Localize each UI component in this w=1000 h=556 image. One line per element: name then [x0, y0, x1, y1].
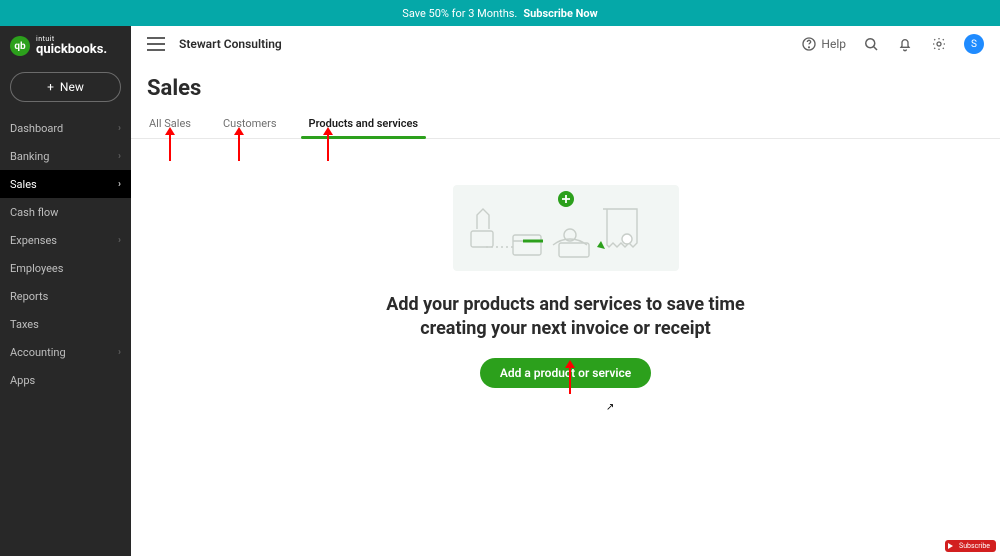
sidebar-item-dashboard[interactable]: Dashboard › [0, 114, 131, 142]
logo-text: intuit quickbooks. [36, 36, 107, 56]
sidebar-item-label: Taxes [10, 318, 39, 331]
sidebar-item-expenses[interactable]: Expenses › [0, 226, 131, 254]
tab-all-sales[interactable]: All Sales [147, 109, 193, 138]
promo-cta[interactable]: Subscribe Now [523, 7, 597, 20]
sidebar-item-label: Accounting [10, 346, 66, 359]
products-illustration [453, 185, 679, 271]
empty-state: Add your products and services to save t… [131, 139, 1000, 556]
chevron-right-icon: › [118, 123, 121, 134]
empty-heading: Add your products and services to save t… [386, 293, 744, 342]
promo-text: Save 50% for 3 Months. [402, 7, 517, 20]
avatar[interactable]: S [964, 34, 984, 54]
tabs: All Sales Customers Products and services [131, 105, 1000, 139]
sidebar-item-label: Dashboard [10, 122, 63, 135]
sidebar-item-cash-flow[interactable]: Cash flow [0, 198, 131, 226]
page-title: Sales [131, 62, 1000, 105]
plus-icon: + [47, 80, 54, 94]
subscribe-badge[interactable]: Subscribe [945, 540, 996, 552]
chevron-right-icon: › [118, 151, 121, 162]
help-button[interactable]: Help [801, 36, 846, 52]
sidebar-nav: Dashboard › Banking › Sales › Cash flow Expense… [0, 114, 131, 394]
chevron-right-icon: › [118, 179, 121, 190]
search-icon [862, 35, 880, 53]
chevron-right-icon: › [118, 347, 121, 358]
sidebar-item-employees[interactable]: Employees [0, 254, 131, 282]
sidebar: qb intuit quickbooks. + New Dashboard›Ba… [0, 26, 131, 556]
logo-badge-icon: qb [10, 36, 30, 56]
sidebar-item-label: Expenses [10, 234, 57, 247]
sidebar-item-label: Employees [10, 262, 63, 275]
promo-banner: Save 50% for 3 Months. Subscribe Now [0, 0, 1000, 26]
sidebar-item-reports[interactable]: Reports [0, 282, 131, 310]
main: Stewart Consulting Help S Sales All S [131, 26, 1000, 556]
sidebar-item-banking[interactable]: Banking › [0, 142, 131, 170]
gear-icon [931, 36, 947, 52]
tab-customers[interactable]: Customers [221, 109, 279, 138]
new-button[interactable]: + New [10, 72, 121, 102]
sidebar-item-label: Cash flow [10, 206, 58, 219]
sidebar-item-label: Banking [10, 150, 49, 163]
sidebar-item-sales[interactable]: Sales › [0, 170, 131, 198]
help-icon [801, 36, 817, 52]
search-button[interactable] [862, 35, 880, 53]
hamburger-icon[interactable] [147, 37, 165, 51]
sidebar-item-label: Apps [10, 374, 35, 387]
bell-icon [897, 36, 913, 52]
sidebar-item-taxes[interactable]: Taxes [0, 310, 131, 338]
sidebar-item-label: Reports [10, 290, 48, 303]
settings-button[interactable] [930, 35, 948, 53]
sidebar-item-label: Sales [10, 178, 37, 191]
help-label: Help [821, 37, 846, 51]
logo[interactable]: qb intuit quickbooks. [0, 32, 131, 66]
notifications-button[interactable] [896, 35, 914, 53]
tab-products-and-services[interactable]: Products and services [307, 109, 421, 138]
sidebar-item-apps[interactable]: Apps [0, 366, 131, 394]
topbar: Stewart Consulting Help S [131, 26, 1000, 62]
company-name: Stewart Consulting [179, 37, 282, 51]
add-product-button[interactable]: Add a product or service [480, 358, 651, 388]
chevron-right-icon: › [118, 235, 121, 246]
new-button-label: New [60, 80, 84, 94]
sidebar-item-accounting[interactable]: Accounting › [0, 338, 131, 366]
